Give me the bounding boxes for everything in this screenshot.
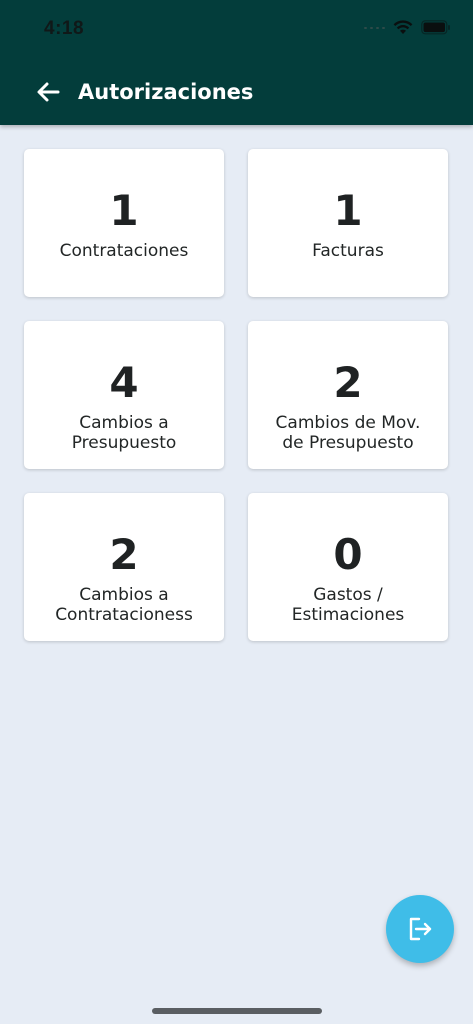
arrow-left-icon xyxy=(37,82,60,102)
card-count: 2 xyxy=(333,358,363,407)
wifi-icon xyxy=(393,20,413,34)
card-label: Gastos / Estimaciones xyxy=(291,585,405,625)
logout-icon xyxy=(409,917,432,941)
card-gastos-estimaciones[interactable]: 0 Gastos / Estimaciones xyxy=(248,493,448,641)
card-count: 2 xyxy=(109,530,139,579)
page-title: Autorizaciones xyxy=(78,80,254,104)
card-cambios-mov-presupuesto[interactable]: 2 Cambios de Mov. de Presupuesto xyxy=(248,321,448,469)
card-facturas[interactable]: 1 Facturas xyxy=(248,149,448,297)
card-label: Contrataciones xyxy=(59,241,189,261)
card-count: 1 xyxy=(333,186,363,235)
card-label: Cambios a Presupuesto xyxy=(71,413,177,453)
card-count: 0 xyxy=(333,530,363,579)
home-indicator xyxy=(152,1008,322,1014)
status-icons xyxy=(364,20,451,35)
card-cambios-contrataciones[interactable]: 2 Cambios a Contratacioness xyxy=(24,493,224,641)
card-label: Cambios a Contratacioness xyxy=(55,585,193,625)
card-label: Facturas xyxy=(312,241,384,261)
app-header: 4:18 Autorizaciones xyxy=(0,0,473,125)
status-time: 4:18 xyxy=(44,18,85,39)
logout-button[interactable] xyxy=(386,895,454,963)
card-label: Cambios de Mov. de Presupuesto xyxy=(275,413,421,453)
card-count: 4 xyxy=(109,358,139,407)
card-contrataciones[interactable]: 1 Contrataciones xyxy=(24,149,224,297)
battery-icon xyxy=(421,20,450,35)
card-count: 1 xyxy=(109,186,139,235)
card-cambios-presupuesto[interactable]: 4 Cambios a Presupuesto xyxy=(24,321,224,469)
authorization-grid: 1 Contrataciones 1 Facturas 4 Cambios a … xyxy=(24,149,449,641)
back-button[interactable] xyxy=(34,78,62,106)
signal-icon xyxy=(364,26,385,29)
